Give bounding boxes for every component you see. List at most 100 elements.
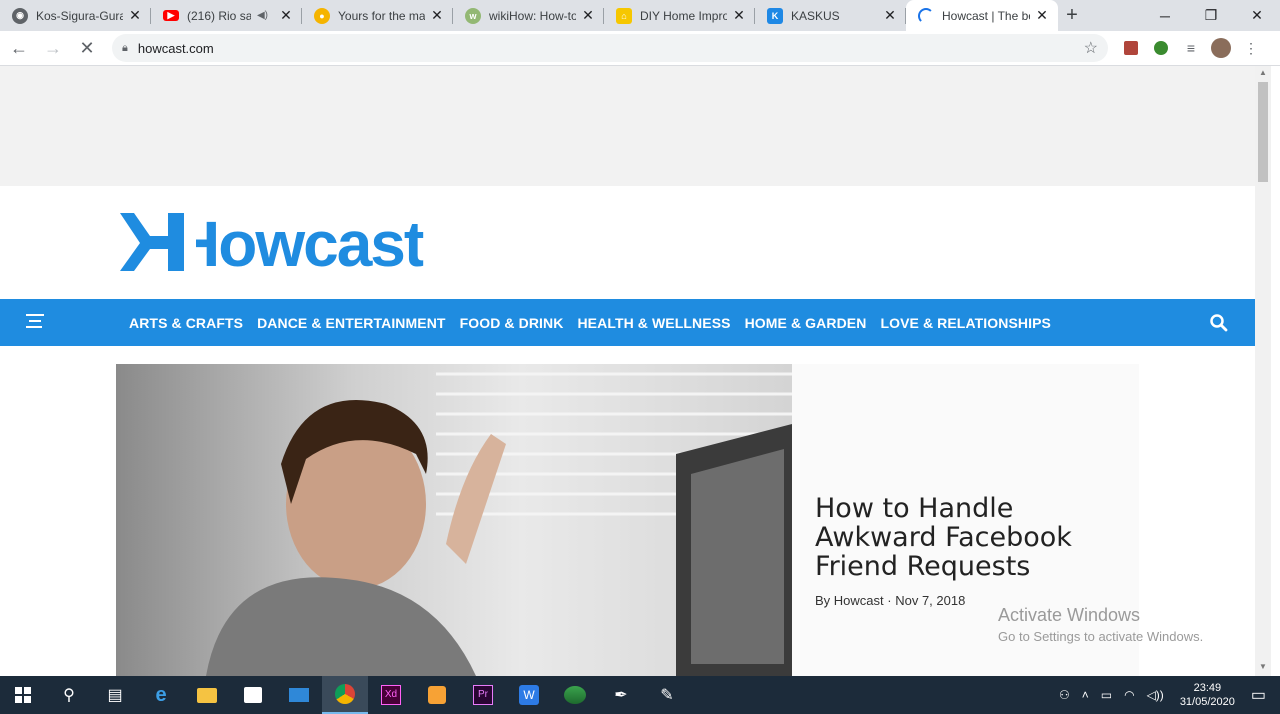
wps-writer-icon[interactable]: W xyxy=(506,676,552,714)
close-icon[interactable]: ✕ xyxy=(882,7,898,24)
watermark-subtitle: Go to Settings to activate Windows. xyxy=(998,629,1204,644)
nav-health-wellness[interactable]: HEALTH & WELLNESS xyxy=(577,315,730,331)
man-at-computer-photo xyxy=(206,372,792,676)
tab-title: Yours for the making xyxy=(338,8,425,23)
new-tab-button[interactable]: + xyxy=(1058,0,1086,31)
battery-icon[interactable]: ▭ xyxy=(1101,688,1112,702)
article-author[interactable]: By Howcast xyxy=(815,593,884,608)
profile-avatar[interactable] xyxy=(1206,33,1236,63)
tab-3[interactable]: w wikiHow: How-to ✕ xyxy=(453,0,604,31)
tab-title: DIY Home Improvement xyxy=(640,8,727,23)
close-icon[interactable]: ✕ xyxy=(1034,7,1050,24)
tab-5[interactable]: K KASKUS ✕ xyxy=(755,0,906,31)
volume-icon[interactable]: ◁)) xyxy=(1147,688,1164,702)
tab-title: Howcast | The best xyxy=(942,8,1030,23)
nav-home-garden[interactable]: HOME & GARDEN xyxy=(745,315,867,331)
speaker-icon[interactable]: ◀) xyxy=(257,10,268,21)
tab-1[interactable]: ▶ (216) Rio satrio ◀) ✕ xyxy=(151,0,302,31)
store-icon[interactable] xyxy=(230,676,276,714)
windows-logo-icon xyxy=(15,687,31,703)
back-button[interactable]: ← xyxy=(4,33,34,63)
page-scrollbar[interactable]: ▲ ▼ xyxy=(1255,66,1271,676)
tab-2[interactable]: ● Yours for the making ✕ xyxy=(302,0,453,31)
address-bar[interactable]: 🔒︎ howcast.com ☆ xyxy=(112,34,1108,62)
edge-icon[interactable]: e xyxy=(138,676,184,714)
kaskus-icon: K xyxy=(767,7,783,24)
loading-spinner-icon xyxy=(918,7,934,24)
mail-icon[interactable] xyxy=(276,676,322,714)
howcast-logo[interactable]: Howcast xyxy=(118,208,428,281)
close-icon[interactable]: ✕ xyxy=(580,7,596,24)
tab-title: KASKUS xyxy=(791,8,840,23)
search-taskbar-icon[interactable]: ⚲ xyxy=(46,676,92,714)
wifi-icon[interactable]: ◠ xyxy=(1124,688,1134,702)
window-controls: ─ ❐ ✕ xyxy=(1142,0,1280,31)
nav-love-relationships[interactable]: LOVE & RELATIONSHIPS xyxy=(880,315,1051,331)
scroll-down-arrow-icon[interactable]: ▼ xyxy=(1255,662,1271,676)
diy-icon: ⌂ xyxy=(616,7,632,24)
article-date: Nov 7, 2018 xyxy=(895,593,966,608)
app-globe-icon[interactable] xyxy=(552,676,598,714)
system-tray: ⚇ ˄ ▭ ◠ ◁)) 23:49 31/05/2020 ▭ xyxy=(1053,676,1280,714)
task-view-icon[interactable]: ▤ xyxy=(92,676,138,714)
watermark-title: Activate Windows xyxy=(998,605,1141,625)
windows-taskbar: ⚲ ▤ e Xd Pr W ✒ ✎ ⚇ ˄ ▭ ◠ ◁)) 23:49 31/0… xyxy=(0,676,1280,714)
app-pen-tool-icon[interactable]: ✒ xyxy=(598,676,644,714)
search-icon[interactable] xyxy=(1209,313,1229,333)
premiere-pro-icon[interactable]: Pr xyxy=(460,676,506,714)
nav-food-drink[interactable]: FOOD & DRINK xyxy=(460,315,564,331)
close-icon[interactable]: ✕ xyxy=(429,7,445,24)
logo-wordmark: Howcast xyxy=(174,208,424,280)
notifications-icon[interactable]: ▭ xyxy=(1251,685,1266,705)
clock-date: 31/05/2020 xyxy=(1179,696,1235,708)
close-icon[interactable]: ✕ xyxy=(278,7,294,24)
media-control-icon[interactable]: ≡ xyxy=(1176,33,1206,63)
ad-banner xyxy=(0,66,1255,186)
tab-strip: ◉ Kos-Sigura-Gura | ✕ ▶ (216) Rio satrio… xyxy=(0,0,1280,31)
close-icon[interactable]: ✕ xyxy=(731,7,747,24)
chrome-taskbar-icon[interactable] xyxy=(322,676,368,714)
clock-time: 23:49 xyxy=(1193,682,1222,694)
url-text[interactable]: howcast.com xyxy=(138,41,1084,56)
video-player-icon[interactable] xyxy=(414,676,460,714)
restore-icon[interactable]: ❐ xyxy=(1188,0,1234,31)
hamburger-menu-icon[interactable] xyxy=(26,314,44,330)
pdf-extension-icon[interactable] xyxy=(1116,33,1146,63)
tab-6[interactable]: Howcast | The best ✕ xyxy=(906,0,1058,31)
browser-toolbar: ← → ✕ 🔒︎ howcast.com ☆ ≡ ⋮ xyxy=(0,31,1280,66)
youtube-icon: ▶ xyxy=(163,10,179,21)
activate-windows-watermark: Activate Windows Go to Settings to activ… xyxy=(998,605,1203,644)
nav-arts-crafts[interactable]: ARTS & CRAFTS xyxy=(129,315,243,331)
featured-article-title[interactable]: How to Handle Awkward Facebook Friend Re… xyxy=(815,494,1115,581)
app-brush-icon[interactable]: ✎ xyxy=(644,676,690,714)
featured-article-text: How to Handle Awkward Facebook Friend Re… xyxy=(815,494,1115,608)
scroll-up-arrow-icon[interactable]: ▲ xyxy=(1255,68,1271,82)
globe-icon: ◉ xyxy=(12,7,28,24)
category-links: ARTS & CRAFTS DANCE & ENTERTAINMENT FOOD… xyxy=(129,299,1065,346)
nav-dance-entertainment[interactable]: DANCE & ENTERTAINMENT xyxy=(257,315,446,331)
clock[interactable]: 23:49 31/05/2020 xyxy=(1180,681,1235,709)
featured-article[interactable]: How to Handle Awkward Facebook Friend Re… xyxy=(116,364,1139,676)
lock-icon[interactable]: 🔒︎ xyxy=(122,42,128,55)
menu-kebab-icon[interactable]: ⋮ xyxy=(1236,33,1266,63)
close-window-icon[interactable]: ✕ xyxy=(1234,0,1280,31)
tab-title: (216) Rio satrio xyxy=(187,8,251,23)
file-explorer-icon[interactable] xyxy=(184,676,230,714)
scroll-thumb[interactable] xyxy=(1258,82,1268,182)
close-icon[interactable]: ✕ xyxy=(127,7,143,24)
stop-loading-button[interactable]: ✕ xyxy=(72,33,102,63)
tab-4[interactable]: ⌂ DIY Home Improvement ✕ xyxy=(604,0,755,31)
start-button[interactable] xyxy=(0,676,46,714)
page-viewport: Howcast ARTS & CRAFTS DANCE & ENTERTAINM… xyxy=(0,66,1255,676)
extension-globe-icon[interactable] xyxy=(1146,33,1176,63)
people-icon[interactable]: ⚇ xyxy=(1059,688,1070,702)
bookmark-star-icon[interactable]: ☆ xyxy=(1084,38,1098,58)
minimize-icon[interactable]: ─ xyxy=(1142,0,1188,31)
forward-button[interactable]: → xyxy=(38,33,68,63)
tab-0[interactable]: ◉ Kos-Sigura-Gura | ✕ xyxy=(0,0,151,31)
wikihow-icon: w xyxy=(465,7,481,24)
adobe-xd-icon[interactable]: Xd xyxy=(368,676,414,714)
tab-title: Kos-Sigura-Gura | xyxy=(36,8,123,23)
featured-article-image[interactable] xyxy=(116,364,792,676)
tray-expand-icon[interactable]: ˄ xyxy=(1082,688,1089,702)
